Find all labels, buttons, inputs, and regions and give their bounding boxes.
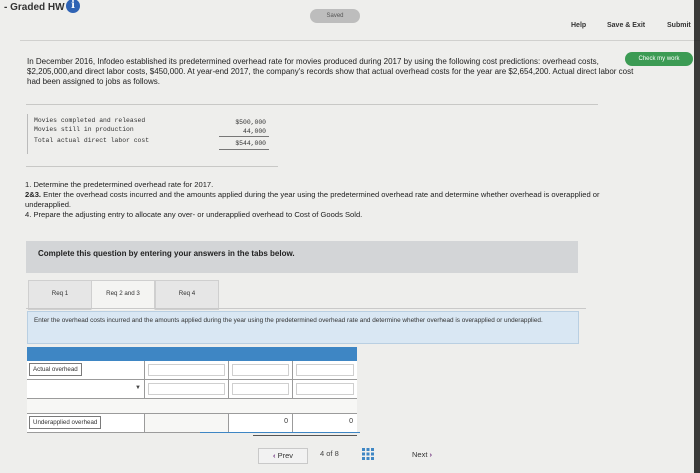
- row-label: Underapplied overhead: [29, 416, 102, 429]
- table-row: ▼: [27, 380, 357, 399]
- input-cell[interactable]: [293, 361, 357, 379]
- requirement-4: 4. Prepare the adjusting entry to alloca…: [25, 210, 363, 219]
- tab-req-1[interactable]: Req 1: [28, 280, 92, 310]
- computed-cell: 0: [229, 414, 293, 432]
- chevron-left-icon: ‹: [272, 451, 276, 460]
- account-dropdown[interactable]: ▼: [27, 380, 145, 398]
- divider: [26, 166, 278, 167]
- labor-row-value: $544,000: [235, 140, 266, 147]
- requirement-2-3-text: Enter the overhead costs incurred and th…: [25, 190, 600, 209]
- amount-input[interactable]: [296, 383, 354, 395]
- computed-cell: 0: [293, 414, 357, 432]
- requirement-2-3: 2&3. Enter the overhead costs incurred a…: [25, 190, 615, 210]
- empty-cell: [145, 414, 229, 432]
- labor-row-label: Movies still in production: [34, 126, 134, 133]
- prev-button[interactable]: ‹ Prev: [258, 448, 308, 464]
- table-row: Actual overhead: [27, 361, 357, 380]
- header-divider: [20, 40, 700, 41]
- input-cell[interactable]: [229, 361, 293, 379]
- computed-value: 0: [349, 418, 353, 425]
- submit-button[interactable]: Submit: [667, 22, 691, 29]
- tab-instruction-box: [27, 311, 579, 344]
- table-row: Underapplied overhead 0 0: [27, 414, 357, 433]
- row-label-cell: Actual overhead: [27, 361, 145, 379]
- amount-input[interactable]: [232, 364, 289, 376]
- tab-divider: [26, 308, 586, 309]
- current-page: 4: [320, 449, 325, 458]
- info-icon[interactable]: i: [66, 0, 80, 13]
- assignment-title: - Graded HW: [4, 2, 65, 13]
- labor-row-label: Total actual direct labor cost: [34, 137, 150, 144]
- save-exit-button[interactable]: Save & Exit: [607, 22, 645, 29]
- chevron-down-icon[interactable]: ▼: [135, 385, 141, 391]
- row-label: Actual overhead: [29, 363, 82, 376]
- input-cell[interactable]: [293, 380, 357, 398]
- amount-input[interactable]: [148, 364, 225, 376]
- computed-value: 0: [284, 418, 288, 425]
- total-underline: [200, 432, 360, 433]
- answer-table: Actual overhead ▼ Underapplied overhead …: [27, 361, 357, 433]
- labor-row-value: 44,000: [242, 128, 266, 135]
- next-label: Next: [411, 450, 428, 459]
- prev-label: Prev: [277, 451, 293, 460]
- labor-row-label: Movies completed and released: [34, 117, 146, 124]
- question-grid-icon[interactable]: [362, 448, 374, 460]
- answer-table-header: [27, 347, 357, 361]
- input-cell[interactable]: [145, 361, 229, 379]
- page-of: of: [326, 449, 333, 458]
- help-button[interactable]: Help: [571, 22, 586, 29]
- row-label-cell: Underapplied overhead: [27, 414, 145, 432]
- amount-input[interactable]: [296, 364, 354, 376]
- requirement-1: 1. Determine the predetermined overhead …: [25, 180, 214, 189]
- saved-status-badge: Saved: [310, 9, 360, 23]
- window-edge: [694, 0, 700, 473]
- chevron-right-icon: ›: [429, 450, 433, 459]
- page-indicator: 4 of 8: [320, 449, 339, 458]
- input-cell[interactable]: [145, 380, 229, 398]
- labor-row-value: $500,000: [235, 119, 266, 126]
- table-row: [27, 399, 357, 414]
- tab-req-4[interactable]: Req 4: [155, 280, 219, 310]
- total-underline: [253, 435, 357, 436]
- amount-input[interactable]: [232, 383, 289, 395]
- requirements-list: 1. Determine the predetermined overhead …: [25, 180, 615, 220]
- next-button[interactable]: Next ›: [398, 448, 446, 462]
- tab-req-2-and-3[interactable]: Req 2 and 3: [91, 280, 155, 310]
- double-rule: [219, 149, 269, 150]
- banner-text: Complete this question by entering your …: [38, 249, 295, 258]
- total-rule: [219, 136, 269, 137]
- input-cell[interactable]: [229, 380, 293, 398]
- divider: [26, 104, 598, 105]
- problem-text: In December 2016, Infodeo established it…: [27, 57, 634, 86]
- amount-input[interactable]: [148, 383, 225, 395]
- total-pages: 8: [334, 449, 339, 458]
- tab-instruction-text: Enter the overhead costs incurred and th…: [34, 317, 543, 324]
- requirement-2-3-prefix: 2&3.: [25, 190, 42, 199]
